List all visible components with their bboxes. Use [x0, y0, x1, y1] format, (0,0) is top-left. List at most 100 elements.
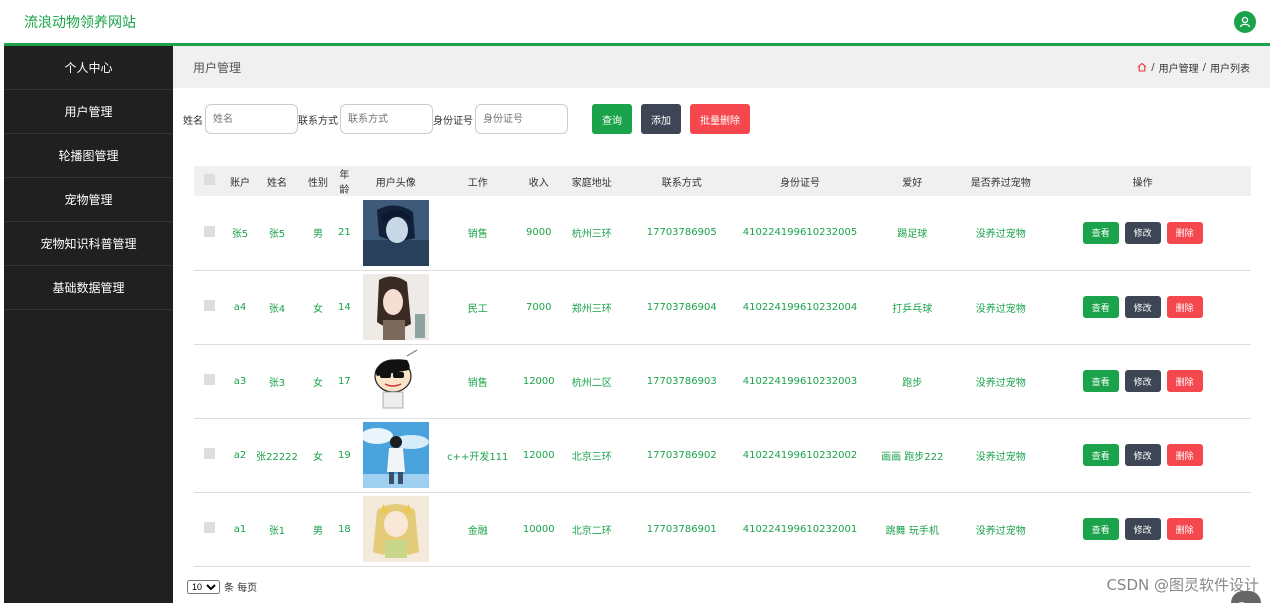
- view-button[interactable]: 查看: [1082, 296, 1119, 318]
- cell-account: 张5: [224, 196, 256, 271]
- phone-input[interactable]: [340, 104, 433, 134]
- select-all-checkbox[interactable]: [203, 174, 215, 185]
- cell-has-pet: 没养过宠物: [967, 270, 1035, 345]
- cell-income: 12000: [514, 344, 563, 419]
- cell-account: a1: [224, 492, 256, 567]
- cell-has-pet: 没养过宠物: [967, 418, 1035, 493]
- col-age: 年龄: [338, 166, 351, 196]
- col-avatar: 用户头像: [350, 166, 441, 196]
- cell-name: 张1: [256, 492, 298, 567]
- cell-job: 销售: [440, 196, 515, 271]
- edit-button[interactable]: 修改: [1124, 518, 1161, 540]
- row-checkbox[interactable]: [203, 522, 215, 533]
- cell-gender: 女: [298, 418, 338, 493]
- view-button[interactable]: 查看: [1082, 444, 1119, 466]
- sidebar: 个人中心 用户管理 轮播图管理 宠物管理 宠物知识科普管理 基础数据管理: [4, 46, 173, 603]
- home-icon[interactable]: [1137, 62, 1147, 72]
- row-checkbox[interactable]: [203, 448, 215, 459]
- cell-account: a2: [224, 418, 256, 493]
- cell-phone: 17703786904: [620, 270, 743, 345]
- row-checkbox[interactable]: [203, 225, 215, 237]
- col-name: 姓名: [256, 166, 298, 196]
- cell-address: 郑州三环: [562, 270, 621, 345]
- sidebar-item-pet-management[interactable]: 宠物管理: [4, 178, 173, 222]
- name-label: 姓名: [183, 115, 203, 127]
- edit-button[interactable]: 修改: [1124, 370, 1161, 392]
- sidebar-item-user-management[interactable]: 用户管理: [4, 90, 173, 134]
- cell-age: 19: [338, 418, 351, 493]
- breadcrumb-separator: /: [1151, 61, 1155, 73]
- table-header-row: 账户 姓名 性别 年龄 用户头像 工作 收入 家庭地址 联系方式 身份证号 爱好…: [194, 166, 1251, 196]
- cell-gender: 女: [298, 270, 338, 345]
- batch-delete-button[interactable]: 批量删除: [690, 104, 750, 134]
- delete-button[interactable]: 删除: [1166, 370, 1203, 392]
- cell-has-pet: 没养过宠物: [967, 196, 1035, 271]
- sidebar-item-basic-data[interactable]: 基础数据管理: [4, 266, 173, 310]
- name-input[interactable]: [205, 104, 298, 134]
- cell-hobby: 跑步: [857, 344, 968, 419]
- cell-job: 金融: [440, 492, 515, 567]
- edit-button[interactable]: 修改: [1124, 444, 1161, 466]
- cell-account: a3: [224, 344, 256, 419]
- cell-has-pet: 没养过宠物: [967, 344, 1035, 419]
- cell-address: 杭州二区: [562, 344, 621, 419]
- search-bar: 姓名 联系方式 身份证号 查询 添加 批量删除: [183, 104, 750, 134]
- row-checkbox[interactable]: [203, 300, 215, 311]
- cell-hobby: 跳舞 玩手机: [857, 492, 968, 567]
- col-gender: 性别: [298, 166, 338, 196]
- user-table: 账户 姓名 性别 年龄 用户头像 工作 收入 家庭地址 联系方式 身份证号 爱好…: [194, 166, 1251, 567]
- sidebar-item-pet-knowledge[interactable]: 宠物知识科普管理: [4, 222, 173, 266]
- cell-address: 北京二环: [562, 492, 621, 567]
- cell-gender: 男: [298, 196, 338, 271]
- id-number-label: 身份证号: [433, 115, 473, 127]
- user-avatar-button[interactable]: [1234, 11, 1256, 33]
- table-row: 张5 张5 男 21 销售 9000 杭州三环 17703786905 4102…: [194, 196, 1251, 271]
- user-avatar-image: [362, 422, 429, 488]
- edit-button[interactable]: 修改: [1124, 296, 1161, 318]
- col-income: 收入: [514, 166, 563, 196]
- sidebar-item-personal-center[interactable]: 个人中心: [4, 46, 173, 90]
- breadcrumb-bar: 用户管理 / 用户管理 / 用户列表: [173, 46, 1270, 88]
- query-button[interactable]: 查询: [592, 104, 632, 134]
- delete-button[interactable]: 删除: [1166, 296, 1203, 318]
- delete-button[interactable]: 删除: [1166, 444, 1203, 466]
- col-account: 账户: [224, 166, 256, 196]
- edit-button[interactable]: 修改: [1124, 221, 1161, 244]
- cell-id-number: 410224199610232001: [742, 492, 858, 567]
- delete-button[interactable]: 删除: [1166, 518, 1203, 540]
- add-button[interactable]: 添加: [641, 104, 681, 134]
- sidebar-item-carousel-management[interactable]: 轮播图管理: [4, 134, 173, 178]
- table-row: a4 张4 女 14 民工 7000 郑州三环 17703786904 4102…: [194, 270, 1251, 345]
- cell-name: 张4: [256, 270, 298, 345]
- cell-id-number: 410224199610232002: [742, 418, 858, 493]
- cell-income: 9000: [514, 196, 563, 271]
- cell-income: 12000: [514, 418, 563, 493]
- breadcrumb-separator: /: [1202, 61, 1206, 73]
- cell-id-number: 410224199610232003: [742, 344, 858, 419]
- delete-button[interactable]: 删除: [1166, 221, 1203, 244]
- view-button[interactable]: 查看: [1082, 221, 1119, 244]
- cell-phone: 17703786903: [620, 344, 743, 419]
- breadcrumb-user-list: 用户列表: [1210, 63, 1250, 75]
- col-has-pet: 是否养过宠物: [967, 166, 1035, 196]
- cell-income: 10000: [514, 492, 563, 567]
- cell-phone: 17703786902: [620, 418, 743, 493]
- col-id-number: 身份证号: [742, 166, 858, 196]
- table-row: a2 张22222 女 19 c++开发111 12000 北京三环 17703…: [194, 418, 1251, 493]
- view-button[interactable]: 查看: [1082, 518, 1119, 540]
- id-number-input[interactable]: [475, 104, 568, 134]
- cell-address: 杭州三环: [562, 196, 621, 271]
- user-avatar-image: [362, 348, 429, 414]
- top-bar: 流浪动物领养网站: [4, 0, 1270, 46]
- page-size-select[interactable]: 10: [187, 579, 220, 594]
- page-title: 用户管理: [193, 60, 242, 75]
- cell-account: a4: [224, 270, 256, 345]
- row-checkbox[interactable]: [203, 374, 215, 385]
- back-to-top-button[interactable]: Top: [1231, 591, 1261, 603]
- cell-age: 17: [338, 344, 351, 419]
- cell-has-pet: 没养过宠物: [967, 492, 1035, 567]
- breadcrumb-user-management[interactable]: 用户管理: [1159, 60, 1199, 75]
- view-button[interactable]: 查看: [1082, 370, 1119, 392]
- cell-age: 18: [338, 492, 351, 567]
- cell-name: 张5: [256, 196, 298, 271]
